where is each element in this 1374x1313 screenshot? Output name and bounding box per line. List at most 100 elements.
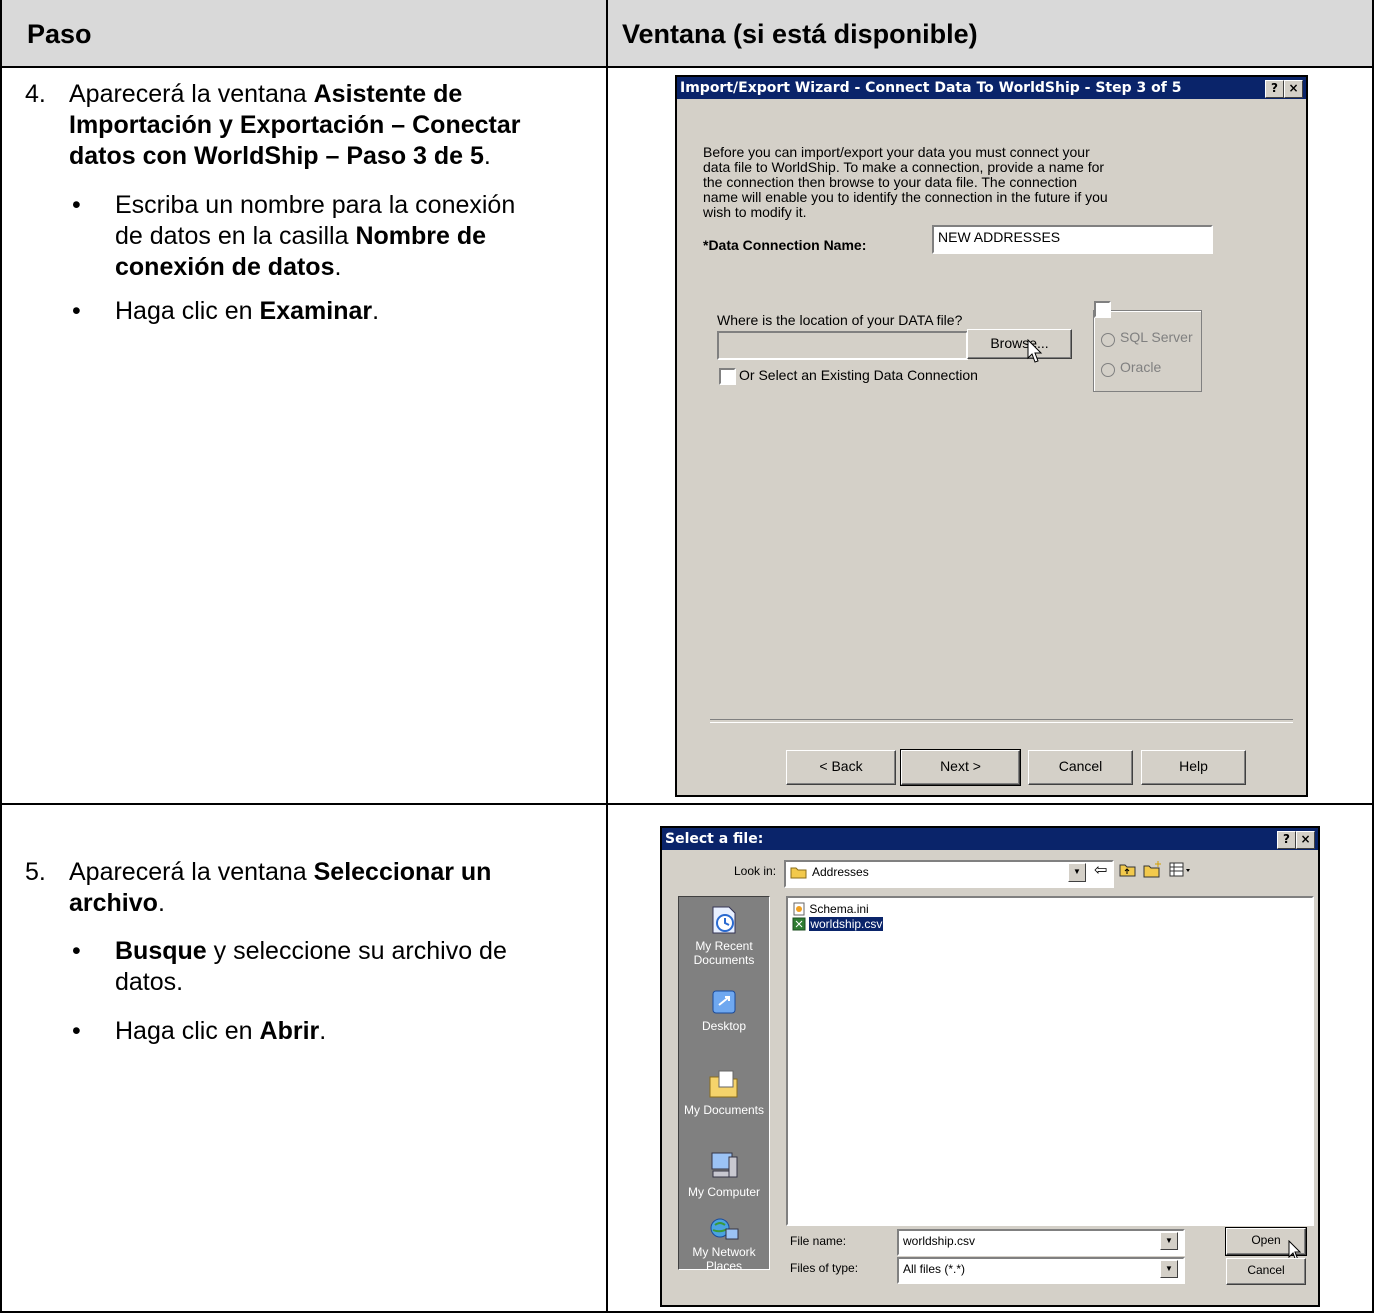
step-5-intro: Aparecerá la ventana (69, 858, 314, 886)
column-divider (606, 0, 608, 1313)
file-dialog-help-glyph: ? (1283, 832, 1290, 846)
header-window-label: Ventana (si está disponible) (622, 19, 978, 49)
file-type-select[interactable]: All files (*.*) (897, 1257, 1185, 1284)
step-4-intro: Aparecerá la ventana (69, 80, 314, 108)
header-step: Paso (2, 0, 606, 68)
step-5-bullet-1-bold: Busque (115, 937, 207, 965)
view-menu-icon[interactable] (1169, 862, 1193, 878)
data-connection-name-input[interactable]: NEW ADDRESSES (932, 225, 1213, 254)
look-in-value: Addresses (812, 865, 869, 879)
wizard-intro: Before you can import/export your data y… (703, 145, 1108, 220)
step-5-bullet-2-period: . (319, 1017, 327, 1045)
step-5-bullet-1-line-2: datos. (115, 968, 184, 996)
file-name-input[interactable]: worldship.csv (897, 1229, 1185, 1256)
file-name: Schema.ini (809, 902, 869, 916)
wizard-help-glyph: ? (1271, 81, 1278, 95)
look-in-label: Look in: (734, 864, 777, 878)
row-divider (0, 803, 1374, 805)
back-arrow-icon[interactable]: ⇦ (1094, 860, 1107, 880)
step-5-number: 5. (25, 858, 46, 886)
file-type-dropdown-icon[interactable]: ▼ (1160, 1260, 1178, 1278)
place-my-recent-documents[interactable]: My Recent Documents (681, 903, 767, 967)
data-file-location-label: Where is the location of your DATA file? (717, 312, 963, 328)
file-dialog-titlebar: Select a file: ? × (662, 828, 1318, 850)
file-cancel-button[interactable]: Cancel (1226, 1258, 1306, 1285)
step-5-period: . (157, 889, 165, 917)
file-dialog-help-icon[interactable]: ? (1277, 831, 1296, 849)
folder-icon (790, 867, 807, 879)
mouse-cursor-icon (1027, 339, 1043, 363)
step-5-bullet-2-bold: Abrir (259, 1017, 320, 1045)
data-file-location-input[interactable] (717, 331, 968, 360)
back-button[interactable]: < Back (786, 750, 896, 785)
place-my-computer[interactable]: My Computer (681, 1149, 767, 1199)
step-4-bullet-1-line-1: Escriba un nombre para la conexión (115, 191, 516, 219)
step-4-bullet-1: • Escriba un nombre para la conexión de … (72, 191, 516, 281)
place-label: My Recent Documents (693, 939, 755, 967)
look-in-combobox[interactable]: Addresses (784, 860, 1114, 888)
database-type-group (1093, 310, 1202, 392)
wizard-close-icon[interactable]: × (1284, 80, 1303, 98)
wizard-intro-line: the connection then browse to your data … (703, 174, 1078, 190)
step-4-bullet-2-bold: Examinar (259, 297, 373, 325)
file-dialog-title: Select a file: (665, 831, 764, 847)
wizard-titlebar: Import/Export Wizard - Connect Data To W… (677, 77, 1306, 99)
oracle-radio[interactable] (1101, 363, 1115, 377)
step-4-window-name-2: Importación y Exportación – Conectar (69, 111, 521, 139)
step-5-window-name-1: Seleccionar un (313, 858, 492, 886)
look-in-dropdown-icon[interactable]: ▼ (1068, 863, 1086, 882)
step-4-bullet-1-period: . (334, 253, 342, 281)
step-4-number: 4. (25, 80, 46, 108)
new-folder-icon[interactable] (1143, 860, 1163, 878)
place-label: My Network Places (692, 1245, 756, 1273)
step-5-window-name-2: archivo (69, 889, 158, 917)
database-type-checkbox[interactable] (1094, 301, 1111, 318)
desktop-icon (712, 990, 736, 1014)
step-5-bullet-1-text: y seleccione su archivo de (206, 937, 507, 965)
file-type-label: Files of type: (790, 1261, 859, 1275)
step-5-bullet-2: • Haga clic en Abrir. (72, 1017, 327, 1045)
excel-file-icon (792, 917, 806, 931)
places-bar: My Recent Documents Desktop My Documents… (678, 896, 770, 1273)
file-name-label: File name: (790, 1234, 847, 1248)
wizard-intro-line: data file to WorldShip. To make a connec… (703, 159, 1105, 175)
step-4-bullet-2: • Haga clic en Examinar. (72, 297, 380, 325)
file-dialog-close-glyph: × (1300, 832, 1311, 846)
place-my-documents[interactable]: My Documents (681, 1067, 767, 1117)
file-name-dropdown-icon[interactable]: ▼ (1160, 1232, 1178, 1250)
file-item-worldship-csv[interactable]: worldship.csv (792, 917, 884, 931)
wizard-intro-line: Before you can import/export your data y… (703, 144, 1090, 160)
wizard-close-glyph: × (1288, 81, 1299, 95)
step-4-bullet-1-bold-2: conexión de datos (115, 253, 335, 281)
step-5-bullet-2-text: Haga clic en (115, 1017, 260, 1045)
up-folder-icon[interactable] (1119, 862, 1137, 878)
header-window: Ventana (si está disponible) (608, 0, 1372, 68)
wizard-separator (710, 719, 1293, 723)
file-item-schema[interactable]: Schema.ini (792, 902, 869, 916)
step-5-bullet-1: • Busque y seleccione su archivo de dato… (72, 937, 507, 996)
network-places-icon (710, 1218, 739, 1240)
sql-server-radio[interactable] (1101, 333, 1115, 347)
step-4-window-name-1: Asistente de (313, 80, 463, 108)
step-4-bullet-2-period: . (372, 297, 380, 325)
cancel-button[interactable]: Cancel (1028, 750, 1133, 785)
wizard-title: Import/Export Wizard - Connect Data To W… (680, 80, 1182, 96)
my-computer-icon (711, 1152, 738, 1178)
place-desktop[interactable]: Desktop (681, 987, 767, 1033)
place-label: My Documents (683, 1103, 765, 1117)
place-label: Desktop (701, 1019, 747, 1033)
import-export-wizard-window: Import/Export Wizard - Connect Data To W… (675, 75, 1308, 797)
file-list[interactable]: Schema.ini worldship.csv (786, 896, 1314, 1226)
browse-button[interactable]: Browse... (967, 329, 1072, 359)
next-button[interactable]: Next > (900, 749, 1021, 786)
help-button[interactable]: Help (1141, 750, 1246, 785)
place-label: My Computer (687, 1185, 761, 1199)
step-4-period: . (483, 142, 491, 170)
place-my-network-places[interactable]: My Network Places (681, 1217, 767, 1273)
header-step-label: Paso (27, 19, 92, 49)
step-4-bullet-1-line-2: de datos en la casilla (115, 222, 356, 250)
existing-connection-checkbox[interactable] (719, 368, 736, 385)
file-dialog-close-icon[interactable]: × (1296, 831, 1315, 849)
wizard-help-icon[interactable]: ? (1265, 80, 1284, 98)
data-connection-name-label: *Data Connection Name: (703, 237, 867, 253)
